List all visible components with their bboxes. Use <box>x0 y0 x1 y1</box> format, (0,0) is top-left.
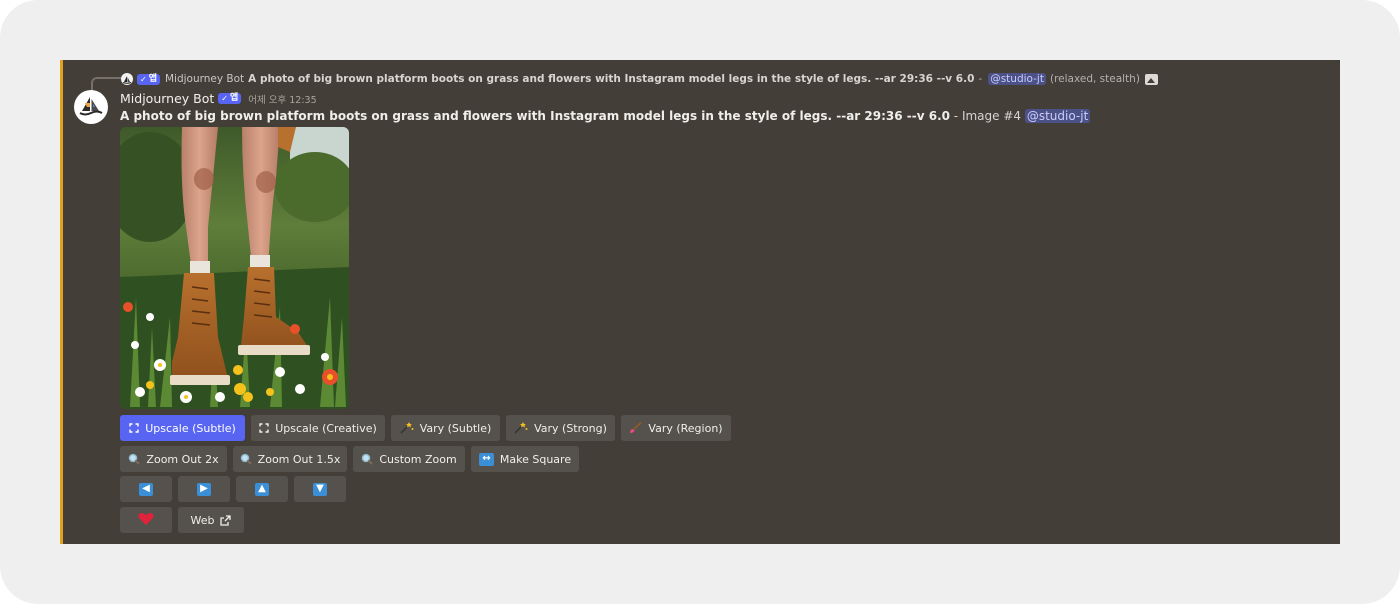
magnifier-icon <box>361 453 374 465</box>
prompt-text: A photo of big brown platform boots on g… <box>120 109 950 123</box>
timestamp[interactable]: 어제 오후 12:35 <box>248 92 316 106</box>
message-header: Midjourney Bot ✓ 앱 어제 오후 12:35 <box>120 91 317 106</box>
app-tag: ✓ 앱 <box>218 93 242 104</box>
make-square-button[interactable]: ↔ Make Square <box>471 446 579 472</box>
arrow-down-icon: ▼ <box>313 482 327 496</box>
arrow-up-icon: ▲ <box>255 482 269 496</box>
heart-icon <box>138 512 154 529</box>
arrow-right-icon: ▶ <box>197 482 211 496</box>
reply-mention[interactable]: @studio-jt <box>988 73 1046 85</box>
arrow-left-icon: ◀ <box>139 482 153 496</box>
upscale-icon <box>259 423 269 433</box>
magnifier-icon <box>128 453 141 465</box>
app-tag: ✓ 앱 <box>137 73 160 85</box>
vary-strong-button[interactable]: Vary (Strong) <box>506 415 615 441</box>
reply-mode: (relaxed, stealth) <box>1049 73 1140 85</box>
upscale-icon <box>129 423 139 433</box>
image-label: - Image #4 <box>949 109 1025 123</box>
message-panel: ✓ 앱 Midjourney Bot A photo of big brown p… <box>60 60 1340 544</box>
username[interactable]: Midjourney Bot <box>120 91 214 106</box>
paintbrush-icon <box>629 422 643 434</box>
reply-prompt: A photo of big brown platform boots on g… <box>248 73 975 85</box>
external-link-icon <box>220 514 232 526</box>
pan-right-button[interactable]: ▶ <box>178 476 230 502</box>
magic-wand-icon <box>514 422 528 434</box>
pan-up-button[interactable]: ▲ <box>236 476 288 502</box>
reply-separator: - <box>978 73 983 85</box>
bot-mini-avatar <box>121 73 133 85</box>
generated-image[interactable] <box>120 127 349 409</box>
pan-left-button[interactable]: ◀ <box>120 476 172 502</box>
zoom-out-2x-button[interactable]: Zoom Out 2x <box>120 446 227 472</box>
magic-wand-icon <box>400 422 414 434</box>
vary-region-button[interactable]: Vary (Region) <box>621 415 731 441</box>
left-right-arrow-icon: ↔ <box>478 452 494 466</box>
user-mention[interactable]: @studio-jt <box>1024 109 1091 123</box>
custom-zoom-button[interactable]: Custom Zoom <box>353 446 465 472</box>
pan-down-button[interactable]: ▼ <box>294 476 346 502</box>
vary-subtle-button[interactable]: Vary (Subtle) <box>391 415 500 441</box>
magnifier-icon <box>240 453 252 465</box>
image-icon <box>1144 73 1158 85</box>
message-content: A photo of big brown platform boots on g… <box>120 108 1091 124</box>
upscale-subtle-button[interactable]: Upscale (Subtle) <box>120 415 245 441</box>
web-link-button[interactable]: Web <box>178 507 244 533</box>
favorite-button[interactable] <box>120 507 172 533</box>
avatar[interactable] <box>74 90 108 124</box>
reply-author[interactable]: Midjourney Bot <box>165 73 244 85</box>
reply-preview[interactable]: ✓ 앱 Midjourney Bot A photo of big brown p… <box>121 71 1158 87</box>
upscale-creative-button[interactable]: Upscale (Creative) <box>251 415 385 441</box>
zoom-out-1-5x-button[interactable]: Zoom Out 1.5x <box>233 446 347 472</box>
